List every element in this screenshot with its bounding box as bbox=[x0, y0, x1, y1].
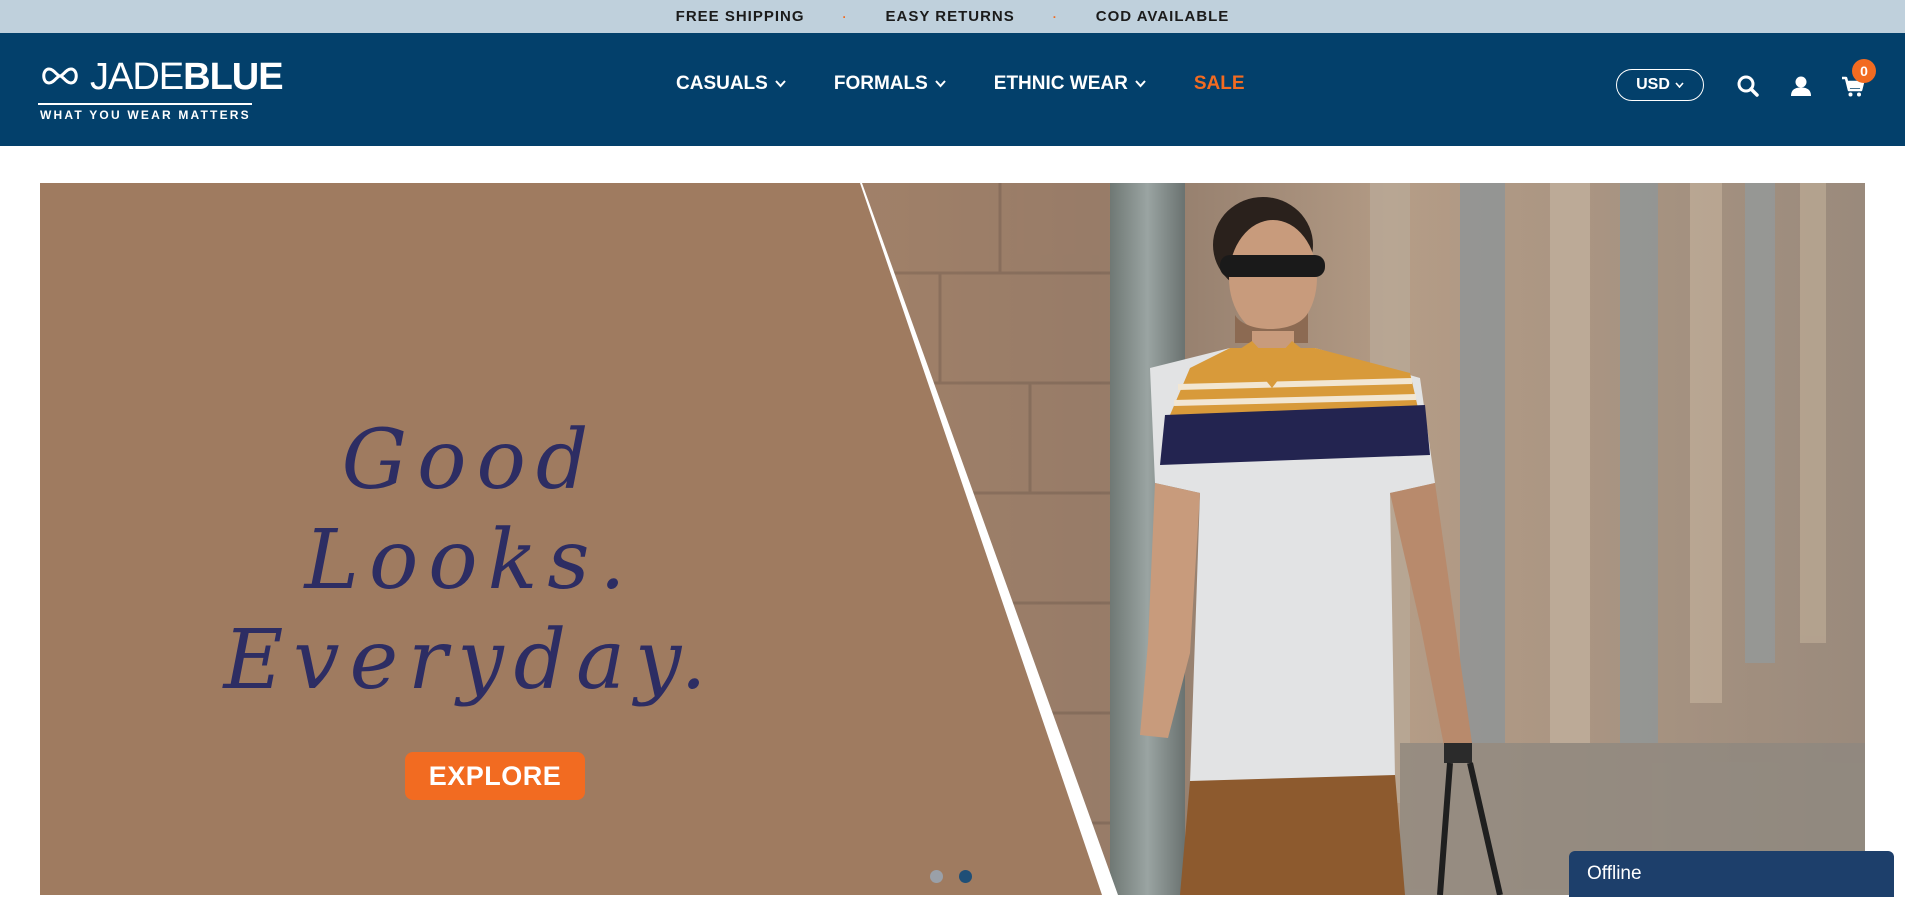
logo-brand-thin: JADE bbox=[90, 56, 184, 98]
carousel-dot-2[interactable] bbox=[959, 870, 972, 883]
cart-count-badge: 0 bbox=[1852, 59, 1876, 83]
carousel-dot-1[interactable] bbox=[930, 870, 943, 883]
hero-headline-line1: Good Looks. bbox=[304, 413, 636, 608]
hero-headline: Good Looks. Everyday. bbox=[180, 411, 760, 711]
currency-value: USD bbox=[1636, 76, 1670, 93]
announcement-cod-available: COD AVAILABLE bbox=[1095, 8, 1230, 25]
site-header: JADEBLUE WHAT YOU WEAR MATTERS CASUALS F… bbox=[0, 33, 1905, 146]
nav-item-label: SALE bbox=[1193, 73, 1245, 94]
hero-headline-line2: Everyday. bbox=[223, 613, 717, 708]
chat-widget[interactable]: Offline bbox=[1569, 851, 1894, 897]
search-icon[interactable] bbox=[1735, 73, 1761, 99]
explore-button[interactable]: EXPLORE bbox=[405, 752, 585, 800]
nav-item-label: FORMALS bbox=[833, 73, 928, 94]
logo-tagline: WHAT YOU WEAR MATTERS bbox=[40, 108, 251, 122]
logo[interactable]: JADEBLUE WHAT YOU WEAR MATTERS bbox=[38, 55, 284, 125]
chevron-down-icon bbox=[775, 80, 786, 88]
currency-selector[interactable]: USD bbox=[1616, 69, 1704, 101]
infinity-logo-icon bbox=[42, 67, 78, 85]
announcement-bar: FREE SHIPPING · EASY RETURNS · COD AVAIL… bbox=[0, 0, 1905, 33]
nav-item-casuals[interactable]: CASUALS bbox=[676, 73, 786, 95]
announcement-free-shipping: FREE SHIPPING bbox=[675, 8, 805, 25]
chevron-down-icon bbox=[1675, 82, 1684, 88]
logo-wordmark: JADEBLUE bbox=[90, 55, 284, 99]
nav-item-label: CASUALS bbox=[676, 73, 768, 94]
main-nav: CASUALS FORMALS ETHNIC WEAR SALE bbox=[676, 73, 1293, 95]
nav-item-label: ETHNIC WEAR bbox=[993, 73, 1128, 94]
chat-status: Offline bbox=[1587, 863, 1642, 884]
nav-item-sale[interactable]: SALE bbox=[1194, 73, 1245, 95]
announcement-separator: · bbox=[1052, 9, 1058, 24]
account-icon[interactable] bbox=[1788, 73, 1814, 99]
nav-item-ethnic-wear[interactable]: ETHNIC WEAR bbox=[994, 73, 1146, 95]
announcement-easy-returns: EASY RETURNS bbox=[885, 8, 1015, 25]
logo-brand-bold: BLUE bbox=[183, 56, 283, 98]
hero-banner[interactable]: Good Looks. Everyday. EXPLORE bbox=[40, 183, 1865, 895]
chevron-down-icon bbox=[1135, 80, 1146, 88]
nav-item-formals[interactable]: FORMALS bbox=[834, 73, 946, 95]
chevron-down-icon bbox=[935, 80, 946, 88]
carousel-dots bbox=[930, 870, 972, 883]
announcement-separator: · bbox=[842, 9, 848, 24]
logo-divider bbox=[38, 103, 252, 105]
